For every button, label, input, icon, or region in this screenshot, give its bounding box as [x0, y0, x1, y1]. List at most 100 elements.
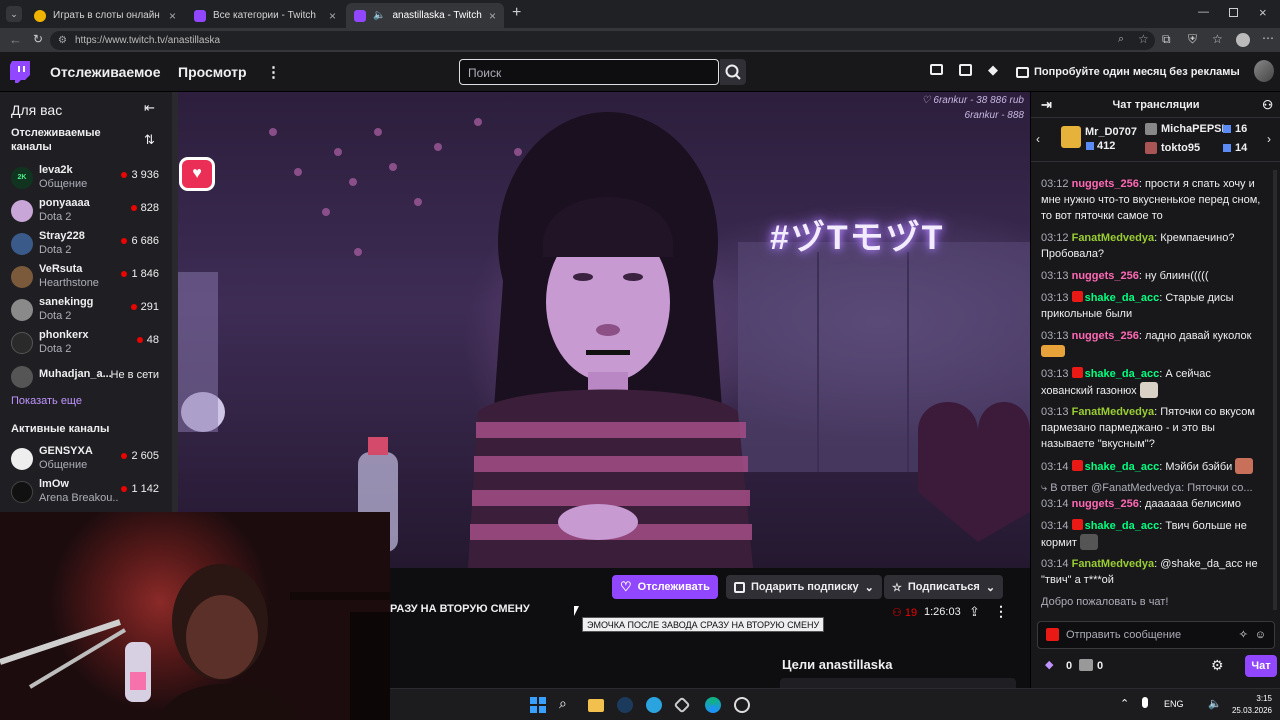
close-icon[interactable]: × — [169, 9, 176, 23]
chevron-up-icon[interactable]: ⌃ — [1120, 697, 1129, 710]
chat-message[interactable]: 03:14 shake_da_acc: Твич больше не корми… — [1041, 518, 1265, 551]
language-indicator[interactable]: ENG — [1164, 699, 1184, 709]
more-icon[interactable]: ⋯ — [1262, 31, 1274, 45]
community-icon[interactable]: ⚇ — [1262, 92, 1273, 118]
shield-icon[interactable]: ⛨ — [1188, 32, 1197, 47]
tab-menu-button[interactable]: ⌄ — [6, 6, 22, 22]
sidebar-channel-gensyxa[interactable]: GENSYXA Общение 2 605 — [11, 445, 161, 475]
chat-message[interactable]: 03:12 nuggets_256: прости я спать хочу и… — [1041, 176, 1265, 224]
chat-message[interactable]: 03:12 FanatMedvedya: Кремпаечино? Пробов… — [1041, 230, 1265, 262]
minimize-icon[interactable]: — — [1198, 6, 1209, 18]
no-ads-promo-button[interactable]: Попробуйте один месяц без рекламы — [1016, 60, 1240, 84]
chevron-left-icon[interactable]: ‹ — [1036, 132, 1040, 146]
back-icon[interactable]: ← — [9, 32, 22, 47]
address-bar[interactable]: ⚙ https://www.twitch.tv/anastillaska — [50, 31, 1155, 50]
new-tab-button[interactable]: + — [512, 4, 521, 22]
nav-browse[interactable]: Просмотр — [178, 64, 247, 80]
subscribe-button[interactable]: ☆ Подписаться ⌄ — [884, 575, 1004, 599]
zoom-icon[interactable]: ⌕ — [1118, 33, 1124, 46]
sidebar-channel-stray228[interactable]: Stray228 Dota 2 6 686 — [11, 230, 161, 260]
maximize-icon[interactable] — [1229, 8, 1238, 17]
chat-message[interactable]: 03:13 shake_da_acc: А сейчас хованский г… — [1041, 366, 1265, 399]
steam-icon[interactable] — [617, 697, 633, 713]
windows-start-icon[interactable] — [530, 697, 546, 713]
emoji-icon[interactable]: ☺ — [1255, 622, 1266, 648]
search-button[interactable] — [720, 59, 746, 85]
chat-settings-icon[interactable]: ⚙ — [1211, 657, 1224, 674]
chat-send-button[interactable]: Чат — [1245, 655, 1277, 677]
microphone-icon[interactable] — [1142, 697, 1148, 708]
sidebar-channel-leva2k[interactable]: 2K leva2k Общение 3 936 — [11, 164, 161, 194]
chat-message[interactable]: 03:13 FanatMedvedya: Пяточки со вкусом п… — [1041, 404, 1265, 452]
gifter-name[interactable]: tokto95 — [1161, 142, 1200, 154]
message-user[interactable]: shake_da_acc — [1085, 461, 1160, 473]
gift-sub-button[interactable]: Подарить подписку ⌄ — [726, 575, 882, 599]
site-info-icon[interactable]: ⚙ — [58, 35, 67, 46]
message-user[interactable]: nuggets_256 — [1072, 498, 1139, 510]
user-avatar[interactable] — [1254, 60, 1274, 82]
volume-icon[interactable]: 🔈 — [1208, 697, 1222, 710]
chat-message[interactable]: 03:13 shake_da_acc: Старые дисы прикольн… — [1041, 290, 1265, 322]
system-clock[interactable]: 3:15 25.03.2026 — [1232, 693, 1272, 717]
gifter-name[interactable]: Mr_D0707 — [1085, 126, 1137, 138]
close-icon[interactable]: × — [329, 9, 336, 23]
message-user[interactable]: FanatMedvedya — [1072, 558, 1155, 570]
obs-icon[interactable] — [734, 697, 750, 713]
sidebar-channel-sanekingg[interactable]: sanekingg Dota 2 291 — [11, 296, 161, 326]
star-icon[interactable]: ☆ — [1138, 32, 1149, 46]
share-icon[interactable]: ⇪ — [969, 604, 980, 620]
chat-input[interactable]: Отправить сообщение ✧ ☺ — [1037, 621, 1275, 649]
chat-message[interactable]: 03:14 shake_da_acc: Мэйби бэйби — [1041, 458, 1265, 475]
folder-icon[interactable] — [588, 699, 604, 712]
chat-message[interactable]: 03:13 nuggets_256: ладно давай куколок — [1041, 328, 1265, 360]
follow-button[interactable]: ♡ Отслеживать — [612, 575, 718, 599]
channel-points-icon[interactable]: ◆ — [1045, 658, 1053, 671]
message-user[interactable]: nuggets_256 — [1072, 270, 1139, 282]
sidebar-channel-ponyaaaa[interactable]: ponyaaaa Dota 2 828 — [11, 197, 161, 227]
whispers-icon[interactable] — [959, 64, 972, 76]
search-icon[interactable]: ⌕ — [559, 695, 575, 711]
video-player[interactable]: ♥ ♡ 6rankur - 38 886 rub 6rankur - 888 #… — [178, 92, 1030, 568]
search-input[interactable]: Поиск — [459, 59, 719, 85]
browser-tab-casino[interactable]: Играть в слоты онлайн в казино × — [26, 3, 184, 28]
message-user[interactable]: nuggets_256 — [1072, 178, 1139, 190]
collapse-chat-icon[interactable]: ⇥ — [1041, 92, 1052, 118]
nav-following[interactable]: Отслеживаемое — [50, 64, 161, 80]
browser-tab-channel[interactable]: 🔈 anastillaska - Twitch × — [346, 3, 504, 28]
chat-message[interactable]: 03:14 nuggets_256: даааааа белисимо — [1041, 496, 1265, 512]
chat-scrollbar[interactable] — [1273, 170, 1277, 610]
chat-message[interactable]: 03:14 FanatMedvedya: @shake_da_acc не "т… — [1041, 556, 1265, 588]
sidebar-channel-muhadjan[interactable]: Muhadjan_a... Не в сети — [11, 363, 161, 393]
telegram-icon[interactable] — [646, 697, 662, 713]
browser-tab-categories[interactable]: Все категории - Twitch × — [186, 3, 344, 28]
more-options-icon[interactable]: ⋮ — [994, 603, 1008, 620]
show-more-link[interactable]: Показать еще — [11, 395, 82, 407]
sidebar-channel-lmow[interactable]: lmOw Arena Breakou... 1 142 — [11, 478, 161, 508]
app-icon[interactable] — [673, 696, 691, 714]
twitch-logo-icon[interactable] — [10, 61, 30, 83]
bits-cheer-icon[interactable]: ✧ — [1239, 622, 1248, 648]
sidebar-channel-versuta[interactable]: VeRsuta Hearthstone 1 846 — [11, 263, 161, 293]
close-icon[interactable]: × — [489, 9, 496, 23]
message-user[interactable]: shake_da_acc — [1085, 292, 1160, 304]
extensions-icon[interactable]: ⧉ — [1162, 32, 1171, 47]
more-menu-icon[interactable]: ⋮ — [266, 63, 281, 81]
message-user[interactable]: shake_da_acc — [1085, 520, 1160, 532]
reload-icon[interactable]: ↻ — [33, 32, 43, 46]
gifter-name[interactable]: MichaPEPSI — [1161, 123, 1225, 135]
reply-reference[interactable]: ⤷ В ответ @FanatMedvedya: Пяточки со... — [1041, 480, 1265, 496]
edge-icon[interactable] — [705, 697, 721, 713]
favorites-icon[interactable]: ☆ — [1212, 32, 1223, 46]
chevron-right-icon[interactable]: › — [1267, 132, 1271, 146]
chat-message[interactable]: 03:13 nuggets_256: ну блиин((((( — [1041, 268, 1265, 284]
message-user[interactable]: nuggets_256 — [1072, 330, 1139, 342]
close-window-icon[interactable]: × — [1259, 5, 1267, 20]
message-user[interactable]: FanatMedvedya — [1072, 232, 1155, 244]
inbox-icon[interactable] — [930, 64, 943, 75]
sort-icon[interactable]: ⇅ — [144, 132, 155, 148]
cat-points-icon[interactable] — [1079, 659, 1093, 671]
collapse-sidebar-icon[interactable]: ⇤ — [144, 100, 155, 116]
bits-icon[interactable]: ◆ — [988, 62, 998, 78]
sidebar-channel-phonkerx[interactable]: phonkerx Dota 2 48 — [11, 329, 161, 359]
message-user[interactable]: FanatMedvedya — [1072, 406, 1155, 418]
